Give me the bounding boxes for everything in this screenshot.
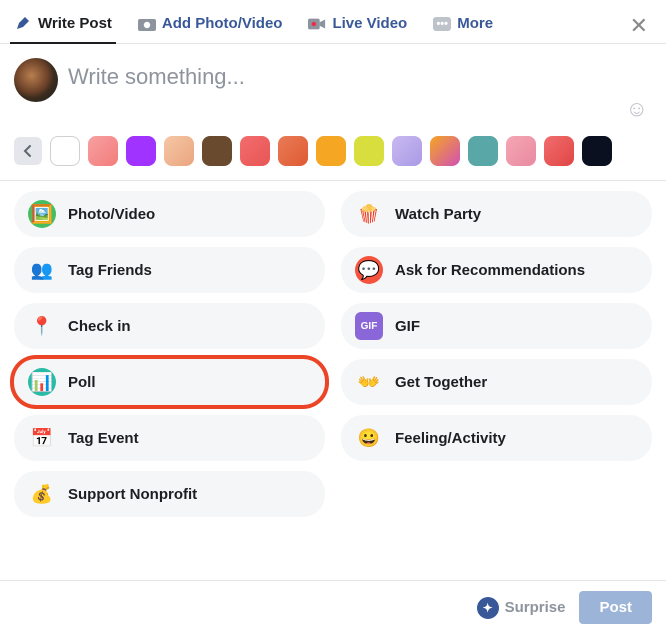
camera-icon	[138, 15, 156, 33]
surprise-label: Surprise	[505, 599, 566, 616]
ellipsis-icon: •••	[433, 17, 451, 31]
composer-footer: ✦ Surprise Post	[0, 580, 666, 634]
bg-swatch-5[interactable]	[240, 136, 270, 166]
swatch-prev-button[interactable]	[14, 137, 42, 165]
tab-more[interactable]: ••• More	[429, 9, 497, 42]
option-check_in[interactable]: 📍 Check in	[14, 303, 325, 349]
option-get_together[interactable]: 👐 Get Together	[341, 359, 652, 405]
video-camera-icon	[308, 15, 326, 33]
bg-swatch-7[interactable]	[316, 136, 346, 166]
background-swatch-row	[0, 108, 666, 180]
option-label: Feeling/Activity	[395, 430, 506, 447]
bg-swatch-8[interactable]	[354, 136, 384, 166]
tab-label: More	[457, 15, 493, 32]
option-label: Get Together	[395, 374, 487, 391]
bg-swatch-2[interactable]	[126, 136, 156, 166]
poll-icon: 📊	[28, 368, 56, 396]
smile-icon: 😀	[355, 424, 383, 452]
post-options-grid: 🖼️ Photo/Video 🍿 Watch Party 👥 Tag Friends 💬 As…	[0, 180, 666, 580]
option-label: Tag Event	[68, 430, 139, 447]
pin-icon: 📍	[28, 312, 56, 340]
user-avatar[interactable]	[14, 58, 58, 102]
option-label: Tag Friends	[68, 262, 152, 279]
tab-label: Live Video	[332, 15, 407, 32]
tab-add-photo[interactable]: Add Photo/Video	[134, 9, 287, 43]
option-label: Ask for Recommendations	[395, 262, 585, 279]
option-photo_video[interactable]: 🖼️ Photo/Video	[14, 191, 325, 237]
tab-label: Write Post	[38, 15, 112, 32]
tab-live-video[interactable]: Live Video	[304, 9, 411, 43]
tab-label: Add Photo/Video	[162, 15, 283, 32]
close-button[interactable]: ✕	[622, 9, 656, 43]
option-watch_party[interactable]: 🍿 Watch Party	[341, 191, 652, 237]
option-label: Check in	[68, 318, 131, 335]
coin-icon: 💰	[28, 480, 56, 508]
composer-tabs: Write Post Add Photo/Video Live Video ••…	[0, 0, 666, 44]
create-post-composer: Write Post Add Photo/Video Live Video ••…	[0, 0, 666, 634]
bg-swatch-1[interactable]	[88, 136, 118, 166]
hands-icon: 👐	[355, 368, 383, 396]
tab-write-post[interactable]: Write Post	[10, 8, 116, 44]
bg-swatch-11[interactable]	[468, 136, 498, 166]
option-label: Watch Party	[395, 206, 481, 223]
calendar-icon: 📅	[28, 424, 56, 452]
option-label: GIF	[395, 318, 420, 335]
rec-icon: 💬	[355, 256, 383, 284]
bg-swatch-9[interactable]	[392, 136, 422, 166]
option-tag_event[interactable]: 📅 Tag Event	[14, 415, 325, 461]
popcorn-icon: 🍿	[355, 200, 383, 228]
option-support_nonprofit[interactable]: 💰 Support Nonprofit	[14, 471, 325, 517]
gif-icon: GIF	[355, 312, 383, 340]
composer-input-row: ☺	[0, 44, 666, 108]
photo-icon: 🖼️	[28, 200, 56, 228]
option-tag_friends[interactable]: 👥 Tag Friends	[14, 247, 325, 293]
bg-swatch-6[interactable]	[278, 136, 308, 166]
bg-swatch-10[interactable]	[430, 136, 460, 166]
bg-swatch-4[interactable]	[202, 136, 232, 166]
surprise-icon: ✦	[477, 597, 499, 619]
swatch-container	[50, 136, 612, 166]
option-poll[interactable]: 📊 Poll	[14, 359, 325, 405]
pencil-icon	[14, 14, 32, 32]
post-button[interactable]: Post	[579, 591, 652, 624]
option-ask_rec[interactable]: 💬 Ask for Recommendations	[341, 247, 652, 293]
emoji-picker-button[interactable]: ☺	[626, 96, 648, 122]
tag-friends-icon: 👥	[28, 256, 56, 284]
option-label: Photo/Video	[68, 206, 155, 223]
post-text-input[interactable]	[68, 58, 652, 90]
option-gif[interactable]: GIF GIF	[341, 303, 652, 349]
bg-swatch-12[interactable]	[506, 136, 536, 166]
option-label: Poll	[68, 374, 96, 391]
bg-swatch-3[interactable]	[164, 136, 194, 166]
surprise-button[interactable]: ✦ Surprise	[477, 597, 566, 619]
bg-swatch-13[interactable]	[544, 136, 574, 166]
bg-swatch-14[interactable]	[582, 136, 612, 166]
bg-swatch-0[interactable]	[50, 136, 80, 166]
option-label: Support Nonprofit	[68, 486, 197, 503]
option-feeling[interactable]: 😀 Feeling/Activity	[341, 415, 652, 461]
